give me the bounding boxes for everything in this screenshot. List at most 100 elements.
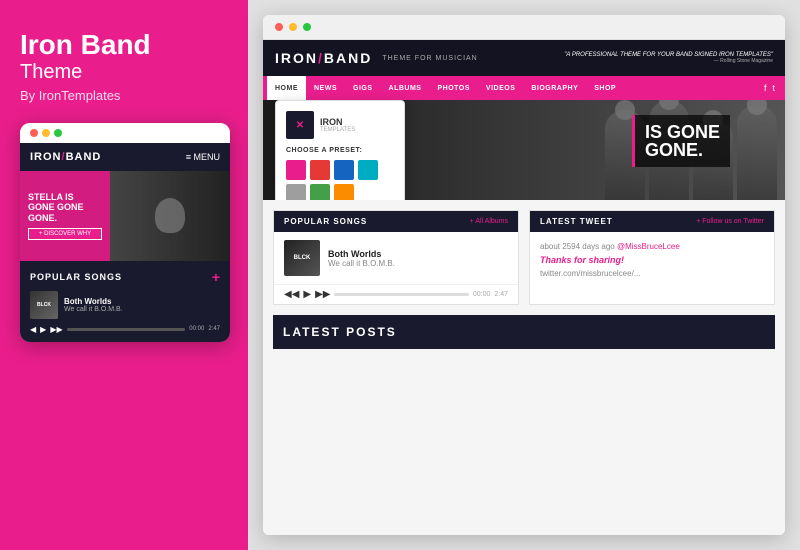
cp-icon-text: ✕ — [296, 120, 304, 131]
cp-logo-sub: IRON TEMPLATES — [320, 117, 355, 133]
time-total: 2:47 — [208, 326, 220, 332]
mobile-player-controls[interactable]: ◀ ▶ ▶▶ 00:00 2:47 — [30, 325, 220, 334]
player-row[interactable]: ◀◀ ▶ ▶▶ 00:00 2:47 — [274, 285, 518, 304]
cp-colors-row-2 — [286, 184, 394, 200]
cp-templates-text: TEMPLATES — [320, 127, 355, 133]
twitter-icon[interactable]: t — [772, 83, 775, 93]
brand-info: Iron Band Theme By IronTemplates — [20, 30, 228, 103]
song-title: Both Worlds — [328, 249, 508, 259]
desktop-content: POPULAR SONGS + All Albums BLCK Both Wor… — [263, 200, 785, 535]
facebook-icon[interactable]: f — [764, 83, 767, 93]
desktop-nav-biography[interactable]: BIOGRAPHY — [523, 76, 586, 100]
brand-title: Iron Band — [20, 30, 228, 61]
color-swatch-blue[interactable] — [334, 160, 354, 180]
latest-tweet-box: LATEST TWEET + Follow us on Twitter abou… — [529, 210, 775, 305]
tweet-section-title: LATEST TWEET — [540, 217, 613, 226]
desktop-nav-videos[interactable]: VIDEOS — [478, 76, 523, 100]
mobile-songs-header: POPULAR SONGS + — [30, 269, 220, 285]
latest-posts-title: LATEST POSTS — [283, 325, 397, 339]
desktop-tagline: THEME FOR MUSICIAN — [382, 55, 477, 62]
hero-text-overlay: IS GONE GONE. — [632, 115, 730, 167]
progress-bar — [67, 328, 186, 331]
prev-ctrl[interactable]: ◀◀ — [284, 289, 299, 300]
desktop-quote-area: "A PROFESSIONAL THEME FOR YOUR BAND SIGN… — [564, 52, 773, 64]
cp-icon-row: ✕ IRON TEMPLATES — [286, 111, 394, 139]
brand-subtitle: Theme — [20, 61, 228, 84]
tweet-header: LATEST TWEET + Follow us on Twitter — [530, 211, 774, 232]
dot-red — [30, 129, 38, 137]
desktop-quote-attr: — Rolling Stone Magazine — [564, 58, 773, 64]
desktop-bottom-grid: POPULAR SONGS + All Albums BLCK Both Wor… — [263, 200, 785, 315]
time-current-display: 00:00 — [473, 291, 491, 298]
skull-decoration — [155, 198, 185, 233]
mobile-hero: STELLA IS GONE GONE GONE. + DISCOVER WHY — [20, 171, 230, 261]
brand-by: By IronTemplates — [20, 88, 228, 103]
hero-main-text-line2: GONE. — [645, 141, 720, 159]
album-thumb: BLCK — [284, 240, 320, 276]
right-panel: IRON/BAND THEME FOR MUSICIAN "A PROFESSI… — [248, 0, 800, 550]
song-row: BLCK Both Worlds We call it B.O.M.B. — [274, 232, 518, 285]
time-current: 00:00 — [189, 326, 204, 332]
desktop-nav: HOME NEWS GIGS ALBUMS PHOTOS VIDEOS BIOG… — [263, 76, 785, 100]
next-ctrl[interactable]: ▶▶ — [315, 289, 330, 300]
desktop-social-icons: f t — [764, 83, 781, 93]
mobile-discover-button[interactable]: + DISCOVER WHY — [28, 228, 102, 240]
mobile-nav: IRON/BAND ≡ MENU — [20, 143, 230, 171]
song-subtitle: We call it B.O.M.B. — [328, 259, 508, 268]
mobile-hero-overlay: STELLA IS GONE GONE GONE. + DISCOVER WHY — [20, 171, 110, 261]
desktop-nav-gigs[interactable]: GIGS — [345, 76, 381, 100]
dot-green — [54, 129, 62, 137]
desktop-dot-yellow — [289, 23, 297, 31]
desktop-dot-green — [303, 23, 311, 31]
all-albums-link[interactable]: + All Albums — [470, 218, 508, 225]
tweet-body: Thanks for sharing! — [540, 255, 764, 265]
hero-main-text-line1: IS GONE — [645, 123, 720, 141]
follow-twitter-link[interactable]: + Follow us on Twitter — [696, 218, 764, 225]
mobile-album-thumb: BLCK — [30, 291, 58, 319]
left-panel: Iron Band Theme By IronTemplates IRON/BA… — [0, 0, 248, 550]
play-button[interactable]: ▶ — [40, 325, 46, 334]
color-picker-popup: ✕ IRON TEMPLATES CHOOSE A PRESET: — [275, 100, 405, 200]
tweet-link[interactable]: twitter.com/missbrucelcee/... — [540, 269, 764, 278]
prev-button[interactable]: ◀ — [30, 325, 36, 334]
desktop-nav-photos[interactable]: PHOTOS — [429, 76, 477, 100]
color-swatch-cyan[interactable] — [358, 160, 378, 180]
mobile-songs-plus-icon: + — [212, 269, 220, 285]
desktop-nav-albums[interactable]: ALBUMS — [381, 76, 430, 100]
latest-posts-bar: LATEST POSTS — [273, 315, 775, 349]
mobile-song-name: Both Worlds — [64, 297, 220, 306]
desktop-header-bar: IRON/BAND THEME FOR MUSICIAN "A PROFESSI… — [263, 40, 785, 76]
mobile-top-bar — [20, 123, 230, 143]
progress-track — [334, 293, 468, 296]
dot-yellow — [42, 129, 50, 137]
mobile-logo: IRON/BAND — [30, 151, 101, 163]
desktop-hero-area: IRON/BAND THEME FOR MUSICIAN "A PROFESSI… — [263, 40, 785, 200]
color-swatch-gray[interactable] — [286, 184, 306, 200]
mobile-song-item: BLCK Both Worlds We call it B.O.M.B. — [30, 291, 220, 319]
mobile-menu-button[interactable]: ≡ MENU — [186, 152, 220, 162]
play-ctrl[interactable]: ▶ — [303, 289, 311, 300]
next-button[interactable]: ▶▶ — [50, 325, 62, 334]
song-details: Both Worlds We call it B.O.M.B. — [328, 249, 508, 268]
popular-songs-title: POPULAR SONGS — [284, 217, 367, 226]
desktop-logo: IRON/BAND — [275, 50, 372, 66]
desktop-nav-news[interactable]: NEWS — [306, 76, 345, 100]
mobile-hero-image — [110, 171, 230, 261]
color-swatch-red[interactable] — [310, 160, 330, 180]
color-swatch-green[interactable] — [310, 184, 330, 200]
color-swatch-pink[interactable] — [286, 160, 306, 180]
tweet-handle: @MissBruceLcee — [617, 242, 680, 251]
mobile-songs-section: POPULAR SONGS + BLCK Both Worlds We call… — [20, 261, 230, 342]
cp-logo-box: ✕ — [286, 111, 314, 139]
mobile-mockup: IRON/BAND ≡ MENU STELLA IS GONE GONE GON… — [20, 123, 230, 342]
mobile-song-info: Both Worlds We call it B.O.M.B. — [64, 297, 220, 313]
cp-colors-row-1 — [286, 160, 394, 180]
popular-songs-box: POPULAR SONGS + All Albums BLCK Both Wor… — [273, 210, 519, 305]
color-swatch-orange[interactable] — [334, 184, 354, 200]
desktop-top-bar — [263, 15, 785, 40]
desktop-nav-shop[interactable]: SHOP — [586, 76, 624, 100]
mobile-song-desc: We call it B.O.M.B. — [64, 306, 220, 313]
desktop-nav-home[interactable]: HOME — [267, 76, 306, 100]
desktop-mockup: IRON/BAND THEME FOR MUSICIAN "A PROFESSI… — [263, 15, 785, 535]
mobile-songs-title: POPULAR SONGS — [30, 272, 122, 282]
